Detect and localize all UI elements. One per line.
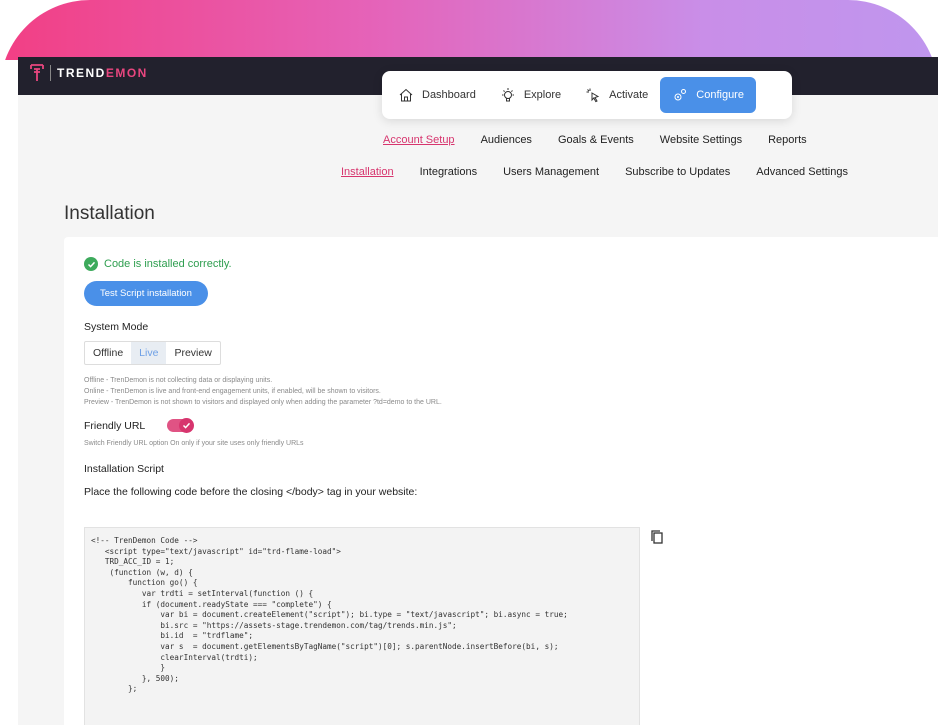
nav-explore-label: Explore — [523, 89, 562, 101]
tab-integrations[interactable]: Integrations — [420, 166, 477, 178]
tab-advanced-settings[interactable]: Advanced Settings — [756, 166, 848, 178]
toggle-check-icon — [179, 418, 195, 433]
friendly-url-row: Friendly URL — [84, 418, 938, 433]
mode-help-online: Online - TrenDemon is live and front-end… — [84, 388, 381, 395]
tab-goals-events[interactable]: Goals & Events — [558, 134, 634, 146]
mode-preview[interactable]: Preview — [166, 342, 219, 364]
test-script-button[interactable]: Test Script installation — [84, 281, 208, 306]
system-mode-label: System Mode — [84, 321, 149, 333]
logo-divider — [50, 65, 51, 81]
gears-icon — [674, 89, 687, 101]
section-tabs: Account Setup Audiences Goals & Events W… — [383, 134, 807, 146]
nav-configure[interactable]: Configure — [660, 77, 756, 113]
install-status-text: Code is installed correctly. — [104, 258, 232, 270]
decorative-gradient — [0, 0, 938, 60]
logo-icon — [30, 64, 44, 81]
check-circle-icon — [84, 257, 98, 271]
friendly-url-help: Switch Friendly URL option On only if yo… — [84, 440, 304, 447]
tab-installation[interactable]: Installation — [341, 166, 394, 178]
nav-dashboard-label: Dashboard — [422, 89, 476, 101]
nav-explore[interactable]: Explore — [488, 77, 573, 113]
install-status: Code is installed correctly. — [84, 257, 938, 271]
home-icon — [399, 88, 413, 102]
page-title: Installation — [64, 203, 155, 224]
installation-script-label: Installation Script — [84, 463, 164, 475]
nav-dashboard[interactable]: Dashboard — [386, 77, 488, 113]
friendly-url-toggle[interactable] — [167, 418, 195, 433]
bulb-icon — [501, 88, 514, 102]
tab-account-setup[interactable]: Account Setup — [383, 134, 455, 146]
system-mode-selector: Offline Live Preview — [84, 341, 221, 365]
tab-users-management[interactable]: Users Management — [503, 166, 599, 178]
trendemon-logo[interactable]: TRENDEMON — [30, 63, 148, 83]
tab-website-settings[interactable]: Website Settings — [660, 134, 742, 146]
mode-offline[interactable]: Offline — [85, 342, 131, 364]
tab-reports[interactable]: Reports — [768, 134, 807, 146]
friendly-url-label: Friendly URL — [84, 419, 146, 432]
nav-configure-label: Configure — [696, 89, 744, 101]
copy-icon[interactable] — [650, 529, 664, 545]
subsection-tabs: Installation Integrations Users Manageme… — [341, 166, 848, 178]
mode-help-offline: Offline - TrenDemon is not collecting da… — [84, 377, 273, 384]
installation-instruction: Place the following code before the clos… — [84, 486, 418, 498]
mode-help-preview: Preview - TrenDemon is not shown to visi… — [84, 399, 442, 406]
tab-audiences[interactable]: Audiences — [481, 134, 532, 146]
mode-help: Offline - TrenDemon is not collecting da… — [84, 375, 938, 408]
logo-text: TRENDEMON — [57, 66, 148, 80]
app-window: TRENDEMON Dashboard Explore Activate Con… — [18, 57, 938, 725]
nav-activate-label: Activate — [609, 89, 649, 101]
nav-activate[interactable]: Activate — [573, 77, 660, 113]
installation-card: Code is installed correctly. Test Script… — [64, 237, 938, 725]
cursor-click-icon — [586, 88, 600, 103]
installation-code[interactable]: <!-- TrenDemon Code --> <script type="te… — [84, 527, 640, 725]
main-navigation: Dashboard Explore Activate Configure — [382, 71, 792, 119]
tab-subscribe-updates[interactable]: Subscribe to Updates — [625, 166, 730, 178]
mode-live[interactable]: Live — [131, 342, 167, 364]
